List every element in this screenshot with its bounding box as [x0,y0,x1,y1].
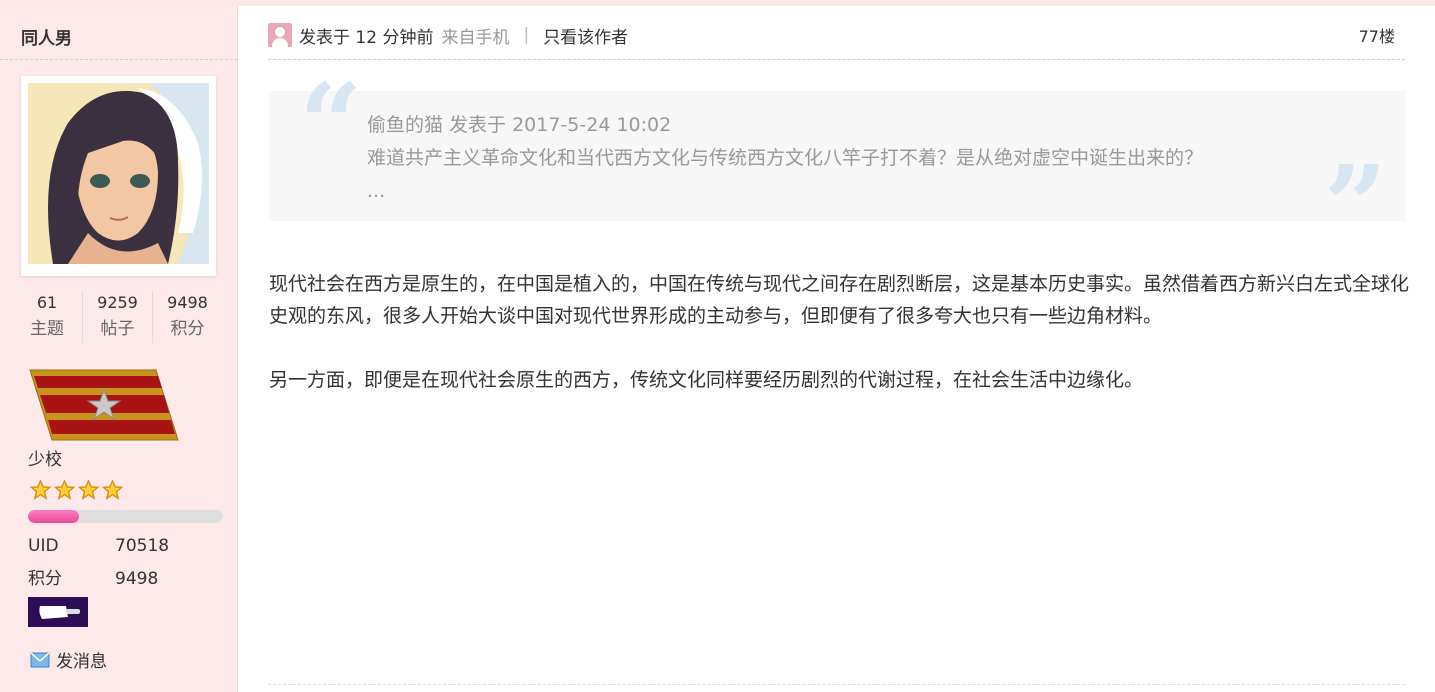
stat-score[interactable]: 9498 积分 [152,291,222,343]
footer-divider [268,684,1405,685]
user-icon [268,23,292,47]
quote-author-line: 偷鱼的猫 发表于 2017-5-24 10:02 [367,114,672,136]
rank-name: 少校 [28,450,62,470]
quote-content: 难道共产主义革命文化和当代西方文化与传统西方文化八竿子打不着？是从绝对虚空中诞生… [367,147,1204,169]
star-icon [102,480,123,500]
score-row: 积分 9498 [28,564,158,589]
post-paragraph: 现代社会在西方是原生的，在中国是植入的，中国在传统与现代之间存在剧烈断层，这是基… [269,273,1410,327]
post-body: 现代社会在西方是原生的，在中国是植入的，中国在传统与现代之间存在剧烈断层，这是基… [269,268,1409,428]
uid-value: 70518 [115,536,170,556]
posted-label: 发表于 [299,27,350,48]
stat-threads[interactable]: 61 主题 [12,291,82,343]
header-divider [268,59,1405,60]
stat-value: 61 [36,293,58,312]
quote-ellipsis: ... [367,180,386,202]
level-progress-fill [28,510,79,523]
quote-block: “ ” 偷鱼的猫 发表于 2017-5-24 10:02 难道共产主义革命文化和… [269,69,1405,261]
level-progress-bar [28,510,223,523]
author-stats: 61 主题 9259 帖子 9498 积分 [12,291,224,343]
sidebar-divider [0,59,238,60]
open-quote-icon: “ [299,59,363,188]
send-message-link[interactable]: 发消息 [30,647,107,672]
uid-label: UID [28,536,59,556]
author-sidebar: 同人男 61 主题 9259 帖子 9498 积分 少校 UID 70518 积… [0,6,238,692]
avatar-image [28,83,209,264]
uid-row: UID 70518 [28,536,169,556]
post-header: 发表于 12 分钟前 来自手机 | 只看该作者 77楼 [268,20,1395,50]
only-author-link[interactable]: 只看该作者 [543,23,628,48]
posted-time: 12 分钟前 [355,27,434,48]
cleaver-medal-icon[interactable] [28,597,88,627]
send-message-label: 发消息 [56,652,107,672]
star-icon [54,480,75,500]
stat-label: 积分 [170,319,205,339]
score-label: 积分 [28,569,62,589]
quote-text: 偷鱼的猫 发表于 2017-5-24 10:02 难道共产主义革命文化和当代西方… [367,109,1203,208]
star-icon [30,480,51,500]
stat-posts[interactable]: 9259 帖子 [82,291,152,343]
author-name[interactable]: 同人男 [21,24,72,49]
close-quote-icon: ” [1323,141,1387,270]
from-mobile: 来自手机 [441,27,510,48]
header-separator: | [523,25,530,45]
envelope-icon [30,651,50,667]
star-icon [78,480,99,500]
stat-value: 9498 [167,293,208,312]
rank-insignia-icon [28,368,180,446]
rank-stars [30,480,123,500]
stat-label: 帖子 [100,319,135,339]
post-paragraph: 另一方面，即便是在现代社会原生的西方，传统文化同样要经历剧烈的代谢过程，在社会生… [269,369,1144,391]
stat-label: 主题 [30,319,64,339]
floor-number[interactable]: 77楼 [1359,23,1395,47]
avatar[interactable] [21,76,216,276]
stat-value: 9259 [97,293,138,312]
score-value: 9498 [115,569,159,589]
